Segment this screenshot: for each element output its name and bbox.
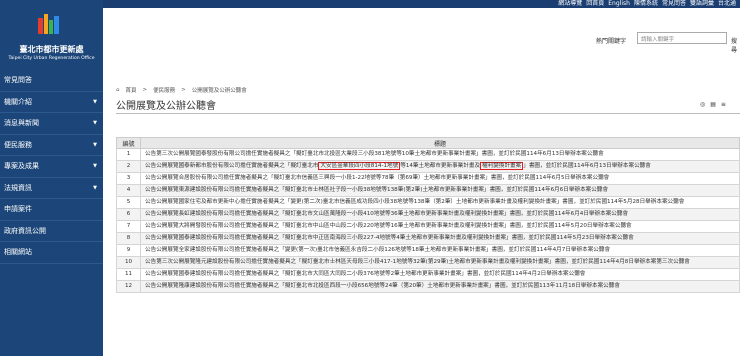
breadcrumb: ⌂ 首頁 > 便民服務 > 公開展覽及公辦公聽會	[116, 86, 247, 94]
sidebar-item-faq[interactable]: 常見問答	[0, 70, 103, 92]
column-header-title: 標題	[140, 137, 740, 149]
site-logo[interactable]: 臺北市都市更新處 Taipei City Urban Regeneration …	[0, 8, 103, 64]
row-number: 8	[116, 232, 141, 245]
row-number: 4	[116, 184, 141, 197]
sidebar-item-regulations[interactable]: 法規資訊 ▼	[0, 178, 103, 199]
row-title-link[interactable]: 公告公開展覽全家建設股份有限公司擔任實施者擬具之「變更(第一次)臺北市信義區永吉…	[140, 244, 740, 257]
breadcrumb-separator: >	[181, 87, 186, 93]
caret-down-icon: ▼	[93, 184, 97, 191]
org-name-en: Taipei City Urban Regeneration Office	[8, 56, 95, 61]
link-glossary[interactable]: 雙語詞彙	[690, 0, 714, 8]
rss-icon[interactable]: ◎	[700, 101, 705, 108]
link-english[interactable]: English	[608, 0, 630, 8]
divider	[116, 113, 740, 114]
sidebar-item-applications[interactable]: 申請案件	[0, 199, 103, 221]
row-number: 6	[116, 208, 141, 221]
sidebar-item-open-gov[interactable]: 政府資訊公開	[0, 221, 103, 242]
link-taipeipass[interactable]: 台北通	[718, 0, 736, 8]
column-header-number: 編號	[116, 137, 141, 149]
sidebar-item-services[interactable]: 便民服務 ▼	[0, 135, 103, 156]
sidebar-item-label: 專案及成果	[4, 162, 39, 170]
sidebar-item-related-sites[interactable]: 相關網站	[0, 242, 103, 264]
table-row: 11 公告公開展覽國泰建設股份有限公司擔任實施者擬具之「擬訂臺北市大同區大同段二…	[116, 268, 740, 281]
table-row: 1 公告第三次公開展覽國泰發股份有限公司擔任實施者擬具之「擬訂臺北市北投區大業段…	[116, 148, 740, 161]
sidebar-item-label: 政府資訊公開	[4, 226, 46, 235]
page-tools: ◎ ▤ ≡	[700, 101, 726, 108]
table-row: 2 公告公開展覽國泰新都市股份有限公司擔任實施者擬具之「擬訂臺北市 大安區金華段四…	[116, 160, 740, 173]
row-title-link[interactable]: 公告公開展覽隆康建設股份有限公司擔任實施者擬具之「擬訂臺北市北投區西段一小段65…	[140, 280, 740, 293]
print-icon[interactable]: ▤	[710, 101, 716, 108]
row-number: 5	[116, 196, 141, 209]
table-row: 4 公告公開展覽東源建設股份有限公司擔任實施者擬具之「擬訂臺北市士林區社子段一小…	[116, 184, 740, 197]
table-row: 7 公告公開展覽大將開發股份有限公司擔任實施者擬具之「擬訂臺北市中山區中山段二小…	[116, 220, 740, 233]
link-sitemap[interactable]: 網站導覽	[558, 0, 582, 8]
row-title-link[interactable]: 公告公開展覽國泰建設股份有限公司擔任實施者擬具之「擬訂臺北市中正區南海段三小段2…	[140, 232, 740, 245]
highlight-box: 權利變換計畫案	[480, 162, 524, 170]
page-title: 公開展覽及公辦公聽會	[116, 101, 216, 112]
announcement-table: 編號 標題 1 公告第三次公開展覽國泰發股份有限公司擔任實施者擬具之「擬訂臺北市…	[116, 137, 740, 293]
sidebar-item-label: 申請案件	[4, 205, 32, 213]
table-row: 5 公告公開展覽國家住宅及都市更新中心擔任實施者擬具之「變更(第二次)臺北市信義…	[116, 196, 740, 209]
sidebar-menu: 常見問答 機關介紹 ▼ 消息與新聞 ▼ 便民服務 ▼ 專案及成果 ▼ 法規資訊 ▼ 申請案…	[0, 70, 103, 264]
row-number: 1	[116, 148, 141, 161]
table-row: 9 公告公開展覽全家建設股份有限公司擔任實施者擬具之「變更(第一次)臺北市信義區…	[116, 244, 740, 257]
caret-down-icon: ▼	[93, 163, 97, 169]
link-petition[interactable]: 陳情系統	[634, 0, 658, 8]
caret-down-icon: ▼	[93, 98, 97, 105]
title-text: 公告公開展覽國泰新都市股份有限公司擔任實施者擬具之「擬訂臺北市	[145, 163, 319, 169]
search-label: 熱門關鍵字	[596, 38, 627, 45]
row-title-link[interactable]: 公告公開展覽長虹建設股份有限公司擔任實施者擬具之「擬訂臺北市文山區萬隆段一小段4…	[140, 208, 740, 221]
breadcrumb-separator: >	[142, 87, 148, 93]
row-title-link[interactable]: 公告公開展覽東源建設股份有限公司擔任實施者擬具之「擬訂臺北市士林區社子段一小段3…	[140, 184, 740, 197]
breadcrumb-home[interactable]: 首頁	[126, 86, 137, 94]
table-row: 6 公告公開展覽長虹建設股份有限公司擔任實施者擬具之「擬訂臺北市文山區萬隆段一小…	[116, 208, 740, 221]
sidebar-item-label: 消息與新聞	[4, 119, 39, 127]
row-number: 3	[116, 172, 141, 185]
breadcrumb-current: 公開展覽及公辦公聽會	[191, 88, 247, 94]
sidebar-item-about[interactable]: 機關介紹 ▼	[0, 92, 103, 113]
table-row: 8 公告公開展覽國泰建設股份有限公司擔任實施者擬具之「擬訂臺北市中正區南海段三小…	[116, 232, 740, 245]
row-number: 9	[116, 244, 141, 257]
sidebar: 臺北市都市更新處 Taipei City Urban Regeneration …	[0, 0, 103, 356]
link-home[interactable]: 回首頁	[586, 0, 604, 8]
home-icon[interactable]: ⌂	[116, 87, 120, 93]
utility-links: 網站導覽 回首頁 English 陳情系統 常見問答 雙語詞彙 台北通	[558, 0, 736, 8]
link-faq[interactable]: 常見問答	[662, 0, 686, 8]
row-title-link[interactable]: 公告第三次公開展覽國泰發股份有限公司擔任實施者擬具之「擬訂臺北市北投區大業段三小…	[140, 148, 740, 161]
highlight-box: 大安區金華段四小段814-1地號	[318, 162, 401, 170]
table-row: 12 公告公開展覽隆康建設股份有限公司擔任實施者擬具之「擬訂臺北市北投區西段一小…	[116, 280, 740, 293]
sidebar-item-label: 法規資訊	[4, 183, 32, 192]
row-title-link[interactable]: 公告公開展覽國泰建設股份有限公司擔任實施者擬具之「擬訂臺北市大同區大同段二小段3…	[140, 268, 740, 281]
row-number: 2	[116, 160, 141, 173]
org-name-cn: 臺北市都市更新處	[19, 45, 84, 54]
row-number: 10	[116, 256, 141, 269]
search-input[interactable]: 請輸入關鍵字	[637, 32, 727, 44]
row-title-link[interactable]: 公告公開展覽國家住宅及都市更新中心擔任實施者擬具之「變更(第二次)臺北市信義區成…	[140, 196, 740, 209]
row-title-link[interactable]: 公告公開展覽國泰新都市股份有限公司擔任實施者擬具之「擬訂臺北市 大安區金華段四小段…	[140, 160, 740, 173]
row-number: 12	[116, 280, 141, 293]
row-number: 7	[116, 220, 141, 233]
caret-down-icon: ▼	[93, 141, 97, 148]
sidebar-item-label: 常見問答	[4, 76, 32, 84]
share-icon[interactable]: ≡	[721, 101, 726, 108]
search-button[interactable]: 搜尋	[731, 36, 740, 54]
title-text: 等14筆土地都市更新事業計畫及	[400, 163, 481, 169]
row-number: 11	[116, 268, 141, 281]
title-text: 」書圖，並訂於民國114年6月13日舉辦本案公聽會	[523, 163, 651, 169]
sidebar-item-projects[interactable]: 專案及成果 ▼	[0, 156, 103, 178]
sidebar-item-label: 相關網站	[4, 248, 32, 256]
sidebar-item-label: 機關介紹	[4, 97, 32, 106]
row-title-link[interactable]: 公告公開展覽大將開發股份有限公司擔任實施者擬具之「擬訂臺北市中山區中山段二小段2…	[140, 220, 740, 233]
sidebar-item-news[interactable]: 消息與新聞 ▼	[0, 113, 103, 135]
caret-down-icon: ▼	[93, 120, 97, 126]
table-header-row: 編號 標題	[116, 137, 740, 149]
taipei-logo-icon	[38, 14, 59, 34]
table-row: 10 公告第三次公開展覽隆元建設股份有限公司擔任實施者擬具之「擬訂臺北市士林區天…	[116, 256, 740, 269]
row-title-link[interactable]: 公告公開展覽合居股份有限公司擔任實施者擬具之「擬訂臺北市信義區三興段一小段1-2…	[140, 172, 740, 185]
breadcrumb-services[interactable]: 便民服務	[153, 86, 175, 94]
table-row: 3 公告公開展覽合居股份有限公司擔任實施者擬具之「擬訂臺北市信義區三興段一小段1…	[116, 172, 740, 185]
row-title-link[interactable]: 公告第三次公開展覽隆元建設股份有限公司擔任實施者擬具之「擬訂臺北市士林區天母段三…	[140, 256, 740, 269]
sidebar-item-label: 便民服務	[4, 140, 32, 149]
